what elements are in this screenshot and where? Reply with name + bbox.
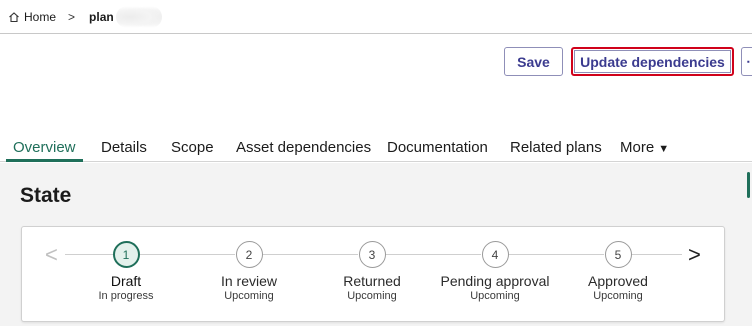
step-number: 5 [604,241,632,268]
more-actions-button[interactable]: ⋯ [741,47,752,76]
breadcrumb-home-label: Home [24,9,57,24]
tab-related-plans[interactable]: Related plans [510,139,602,156]
step-number: 4 [481,241,509,268]
step-status: Upcoming [593,290,643,302]
stepper-next-arrow[interactable]: > [688,244,701,266]
stepper-prev-arrow[interactable]: < [45,244,58,266]
tab-asset-dependencies[interactable]: Asset dependencies [236,139,371,156]
step-number: 2 [235,241,263,268]
save-button[interactable]: Save [504,47,563,76]
step-label: Draft [110,273,142,289]
step-in-review[interactable]: 2 In review Upcoming [184,241,314,302]
breadcrumb-separator: > [68,9,76,24]
tab-bar: Overview Details Scope Asset dependencie… [0,133,752,162]
step-number: 3 [358,241,386,268]
step-returned[interactable]: 3 Returned Upcoming [307,241,437,302]
step-status: In progress [98,290,154,302]
update-dependencies-button[interactable]: Update dependencies [571,47,734,76]
step-label: Pending approval [440,273,550,289]
breadcrumb-current-label: plan [89,9,114,24]
step-label: Returned [343,273,401,289]
step-approved[interactable]: 5 Approved Upcoming [553,241,683,302]
active-tab-indicator [6,159,83,162]
tab-scope[interactable]: Scope [171,139,214,156]
scrollbar-thumb[interactable] [747,172,750,198]
step-number: 1 [112,241,140,268]
step-status: Upcoming [347,290,397,302]
caret-down-icon: ▼ [658,143,670,155]
tab-more[interactable]: More ▼ [620,139,669,156]
tab-more-label: More [620,139,655,156]
tab-overview[interactable]: Overview [13,139,76,156]
tab-details[interactable]: Details [101,139,147,156]
step-status: Upcoming [224,290,274,302]
step-draft[interactable]: 1 Draft In progress [61,241,191,302]
breadcrumb-home[interactable]: Home [8,10,56,24]
step-label: In review [220,273,278,289]
step-label: Approved [588,273,648,289]
step-pending-approval[interactable]: 4 Pending approval Upcoming [430,241,560,302]
home-icon [9,11,19,22]
breadcrumb: Home > plan [0,0,752,34]
section-title: State [20,184,72,207]
redacted-blur [115,5,162,28]
breadcrumb-current: plan [89,5,162,28]
tab-documentation[interactable]: Documentation [387,139,488,156]
step-status: Upcoming [470,290,520,302]
